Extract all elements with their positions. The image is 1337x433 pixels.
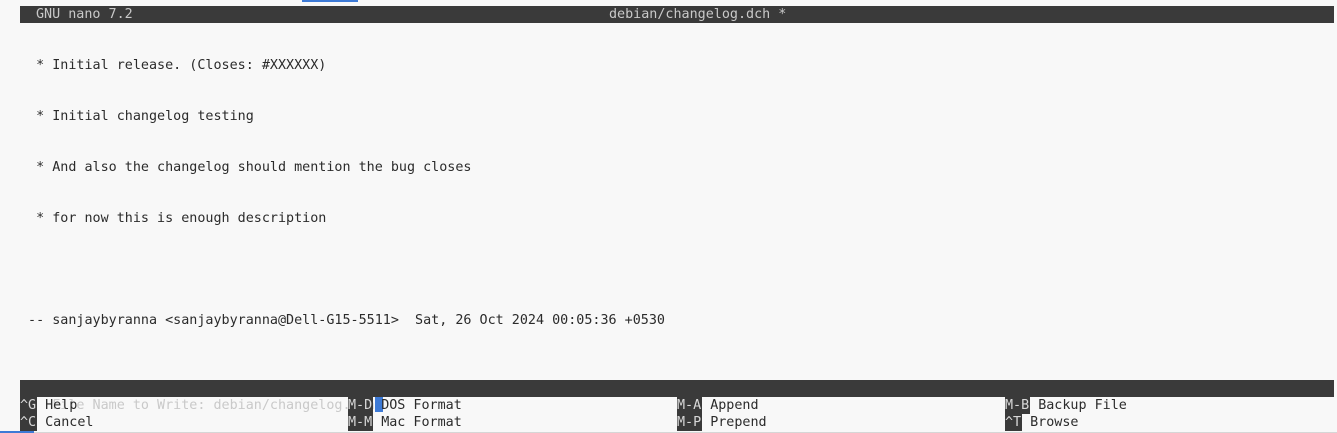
shortcut-label: Prepend [710, 415, 767, 430]
editor-line[interactable]: * Initial release. (Closes: #XXXXXX) [20, 57, 1334, 74]
shortcut-browse[interactable]: ^T Browse [1005, 414, 1079, 431]
shortcut-mac-format[interactable]: M-M Mac Format [348, 414, 462, 431]
shortcut-label: DOS Format [381, 398, 462, 413]
shortcut-label: Cancel [45, 415, 94, 430]
shortcut-help[interactable]: ^G Help [20, 397, 77, 414]
editor-text-area[interactable]: * Initial release. (Closes: #XXXXXX) * I… [20, 23, 1334, 379]
shortcut-prepend[interactable]: M-P Prepend [677, 414, 767, 431]
shortcut-append[interactable]: M-A Append [677, 397, 759, 414]
editor-line[interactable]: * for now this is enough description [20, 210, 1334, 227]
shortcut-dos-format[interactable]: M-D DOS Format [348, 397, 462, 414]
shortcut-key: ^C [20, 414, 38, 431]
shortcut-key: M-B [1005, 397, 1031, 414]
write-file-prompt[interactable]: File Name to Write: debian/changelog.dch [20, 380, 1334, 413]
editor-line[interactable] [20, 261, 1334, 278]
shortcut-key: ^G [20, 397, 38, 414]
shortcut-backup-file[interactable]: M-B Backup File [1005, 397, 1127, 414]
editor-line[interactable]: -- sanjaybyranna <sanjaybyranna@Dell-G15… [20, 312, 1334, 329]
nano-terminal: GNU nano 7.2 debian/changelog.dch * * In… [0, 0, 1337, 433]
shortcut-cancel[interactable]: ^C Cancel [20, 414, 94, 431]
editor-line[interactable]: * Initial changelog testing [20, 108, 1334, 125]
shortcut-label: Mac Format [381, 415, 462, 430]
app-version: GNU nano 7.2 [36, 7, 133, 22]
shortcut-label: Backup File [1038, 398, 1127, 413]
shortcut-key: M-A [677, 397, 703, 414]
shortcut-key: M-P [677, 414, 703, 431]
editor-line[interactable]: * And also the changelog should mention … [20, 159, 1334, 176]
title-bar: GNU nano 7.2 debian/changelog.dch * [20, 6, 1334, 23]
shortcut-label: Browse [1030, 415, 1079, 430]
shortcut-bar: ^G Help M-D DOS Format M-A Append M-B Ba… [20, 397, 1334, 431]
shortcut-key: ^T [1005, 414, 1023, 431]
shortcut-key: M-M [348, 414, 374, 431]
shortcut-label: Append [710, 398, 759, 413]
shortcut-label: Help [45, 398, 78, 413]
file-title: debian/changelog.dch * [609, 7, 787, 22]
shortcut-key: M-D [348, 397, 374, 414]
top-accent-line [302, 0, 358, 2]
